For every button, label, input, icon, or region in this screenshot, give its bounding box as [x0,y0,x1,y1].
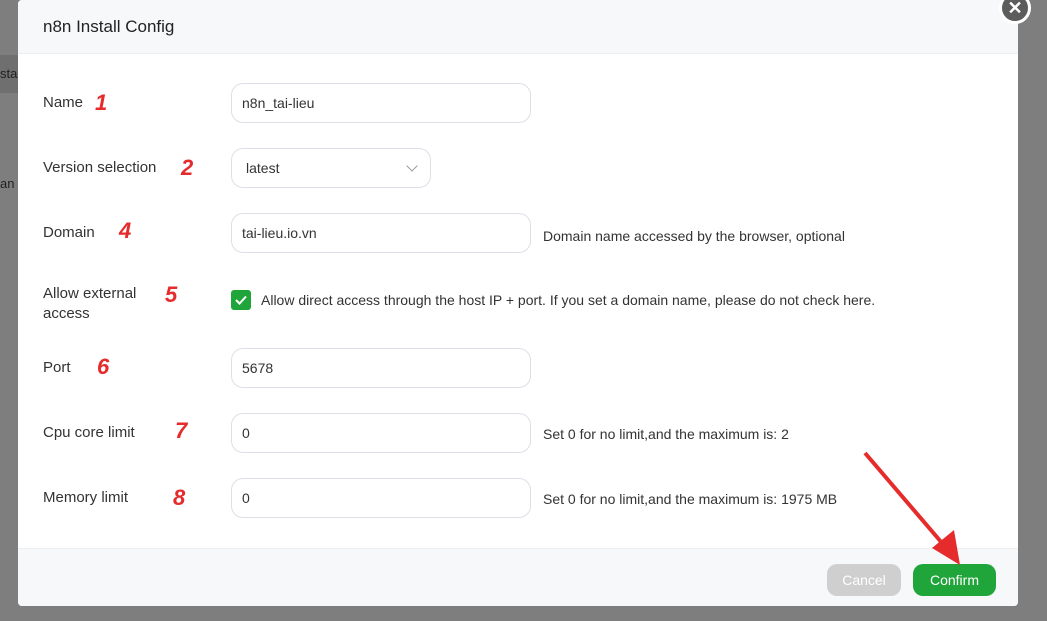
annotation-marker: 8 [173,485,186,510]
port-input[interactable]: 5678 [231,348,531,388]
form-row-port: Port 6 5678 [43,348,1003,392]
cpu-limit-input[interactable]: 0 [231,413,531,453]
form-row-memory: Memory limit 8 0 Set 0 for no limit,and … [43,478,1003,522]
external-access-label-line2: access [43,305,90,322]
form-row-name: Name 1 n8n_tai-lieu [43,83,1003,127]
external-access-text: Allow direct access through the host IP … [261,292,876,308]
annotation-marker: 6 [97,354,110,379]
background-text-fragment: an [0,176,15,191]
memory-limit-input[interactable]: 0 [231,478,531,518]
version-select[interactable]: latest [231,148,431,188]
background-text-fragment: sta [0,66,18,81]
external-access-label-line1: Allow external [43,285,137,302]
version-selected-value: latest [246,160,280,176]
annotation-marker: 2 [181,155,194,180]
chevron-down-icon [406,160,418,172]
form-row-external-access: Allow external access 5 Allow direct acc… [43,282,1003,330]
external-access-checkbox[interactable] [231,290,251,310]
annotation-arrow [863,451,960,565]
port-label: Port [43,359,71,376]
memory-label: Memory limit [43,489,128,506]
annotation-marker: 5 [165,282,178,307]
cpu-limit-hint: Set 0 for no limit,and the maximum is: 2 [543,426,789,442]
annotation-marker: 4 [119,218,132,243]
check-icon [235,295,247,305]
form-row-cpu: Cpu core limit 7 0 Set 0 for no limit,an… [43,413,1003,457]
annotation-marker: 1 [95,90,108,115]
version-label: Version selection [43,159,157,176]
dialog-title: n8n Install Config [43,16,175,36]
memory-limit-hint: Set 0 for no limit,and the maximum is: 1… [543,491,838,507]
form-row-domain: Domain 4 tai-lieu.io.vn Domain name acce… [43,213,1003,257]
domain-hint: Domain name accessed by the browser, opt… [543,228,845,244]
dialog-header: n8n Install Config [18,0,1018,54]
name-label: Name [43,94,84,111]
annotation-marker: 7 [175,418,188,443]
domain-label: Domain [43,224,95,241]
form-row-version: Version selection 2 latest [43,148,1003,192]
domain-input[interactable]: tai-lieu.io.vn [231,213,531,253]
cpu-label: Cpu core limit [43,424,135,441]
name-input[interactable]: n8n_tai-lieu [231,83,531,123]
